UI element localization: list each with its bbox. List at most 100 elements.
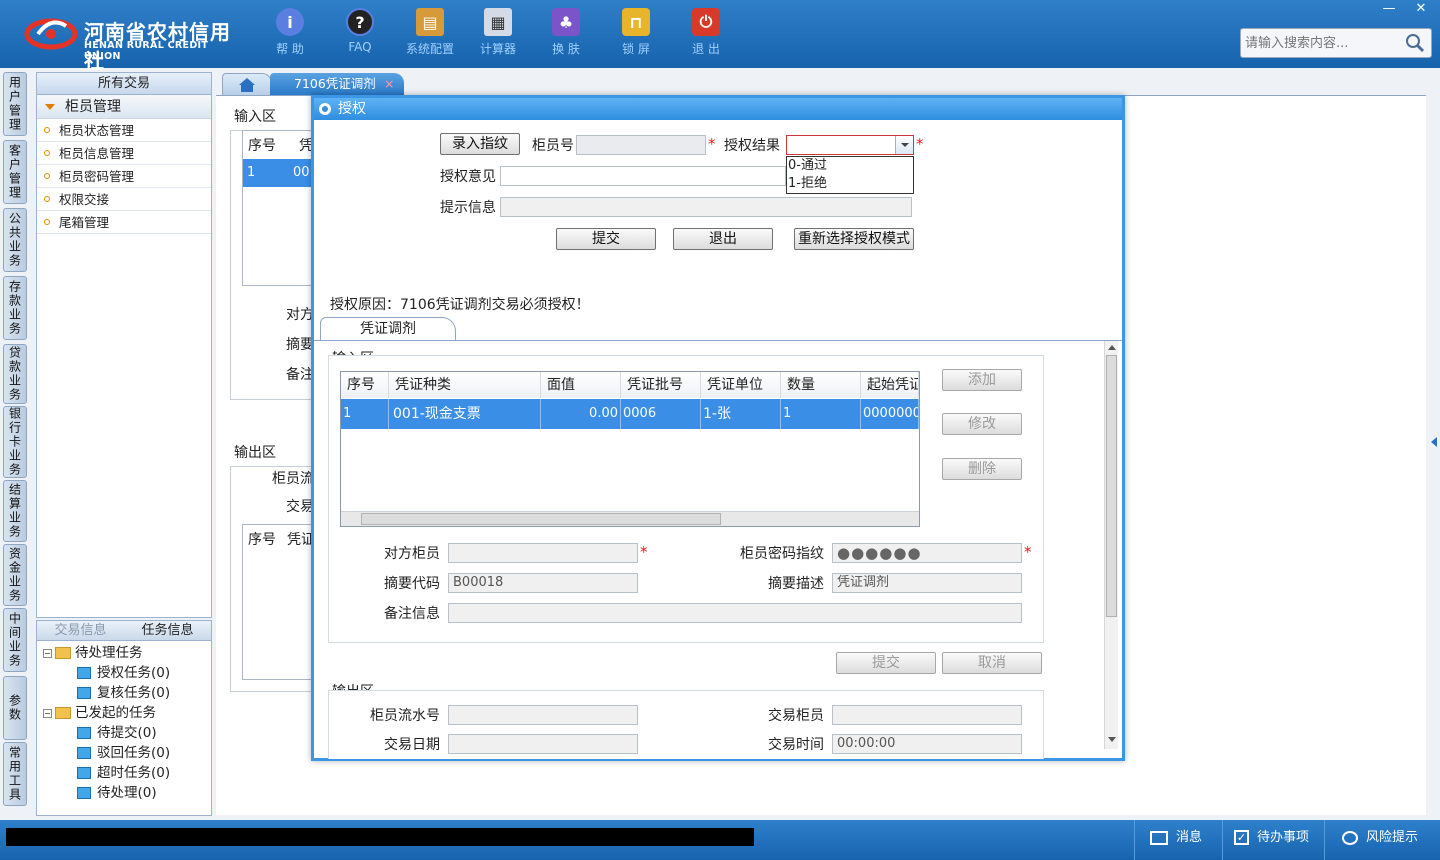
vnav-public-business[interactable]: 公共业务 bbox=[3, 208, 27, 272]
minimize-button[interactable]: — bbox=[1374, 0, 1404, 18]
tree-node-review-task[interactable]: 复核任务(0) bbox=[43, 683, 170, 703]
tree-node-pending[interactable]: − 待处理任务 bbox=[43, 643, 170, 663]
option-reject[interactable]: 1-拒绝 bbox=[787, 175, 913, 193]
tab-home[interactable] bbox=[222, 73, 272, 95]
option-pass[interactable]: 0-通过 bbox=[787, 157, 913, 175]
vnav-user-management[interactable]: 用户管理 bbox=[3, 72, 27, 136]
bullet-icon bbox=[44, 150, 50, 156]
col-header-voucher-type[interactable]: 凭证种类 bbox=[389, 372, 541, 398]
submit-transaction-button[interactable]: 提交 bbox=[836, 652, 936, 674]
edit-button[interactable]: 修改 bbox=[942, 413, 1022, 435]
teller-no-field[interactable] bbox=[576, 135, 706, 155]
tab-voucher-adjust-inner[interactable]: 凭证调剂 bbox=[320, 317, 456, 341]
lock-button[interactable]: ⊓ 锁 屏 bbox=[606, 8, 666, 57]
grid-horizontal-scrollbar[interactable] bbox=[341, 511, 919, 526]
col-header-unit[interactable]: 凭证单位 bbox=[701, 372, 781, 398]
search-input[interactable] bbox=[1241, 29, 1401, 57]
enter-fingerprint-button[interactable]: 录入指纹 bbox=[440, 133, 520, 155]
settings-button[interactable]: ▤ 系统配置 bbox=[400, 8, 460, 57]
menu-group-teller-management[interactable]: 柜员管理 bbox=[37, 95, 211, 119]
delete-button[interactable]: 删除 bbox=[942, 458, 1022, 480]
auth-opinion-field[interactable] bbox=[500, 166, 786, 186]
brand-logo-icon bbox=[24, 18, 78, 50]
menu-item-teller-password[interactable]: 柜员密码管理 bbox=[37, 165, 211, 188]
question-icon: ? bbox=[346, 8, 374, 36]
menu-item-label: 柜员密码管理 bbox=[59, 169, 135, 184]
tab-transaction-info[interactable]: 交易信息 bbox=[37, 621, 124, 641]
counter-teller-label: 对方柜员 bbox=[384, 546, 440, 562]
counter-teller-field[interactable] bbox=[448, 543, 638, 563]
menu-item-label: 权限交接 bbox=[59, 192, 110, 207]
tree-node-timeout[interactable]: 超时任务(0) bbox=[43, 763, 170, 783]
summary-desc-field[interactable]: 凭证调剂 bbox=[832, 573, 1022, 593]
summary-code-field[interactable]: B00018 bbox=[448, 573, 638, 593]
exit-button[interactable]: ⏻ 退 出 bbox=[676, 8, 736, 57]
messages-button[interactable]: 消息 bbox=[1150, 829, 1202, 847]
bullet-icon bbox=[44, 127, 50, 133]
lock-icon: ⊓ bbox=[622, 8, 650, 36]
faq-button[interactable]: ? FAQ bbox=[330, 8, 390, 54]
vnav-loan-business[interactable]: 贷款业务 bbox=[3, 344, 27, 404]
menu-item-teller-info[interactable]: 柜员信息管理 bbox=[37, 142, 211, 165]
tree-node-label: 授权任务(0) bbox=[97, 665, 171, 681]
task-icon bbox=[77, 727, 91, 739]
tree-node-label: 超时任务(0) bbox=[97, 765, 171, 781]
tree-node-initiated[interactable]: − 已发起的任务 bbox=[43, 703, 170, 723]
collapse-right-icon[interactable] bbox=[1430, 436, 1438, 448]
input-area-title: 输入区 bbox=[234, 109, 276, 125]
inner-vertical-scrollbar[interactable] bbox=[1104, 341, 1118, 749]
menu-item-cash-box[interactable]: 尾箱管理 bbox=[37, 211, 211, 234]
vnav-deposit-business[interactable]: 存款业务 bbox=[3, 276, 27, 340]
close-window-button[interactable]: ✕ bbox=[1406, 0, 1436, 18]
remark-field[interactable] bbox=[448, 603, 1022, 623]
bg-row-type: 00 bbox=[293, 165, 310, 180]
submit-auth-button[interactable]: 提交 bbox=[556, 228, 656, 250]
password-fingerprint-field[interactable]: ●●●●●● bbox=[832, 543, 1022, 563]
menu-item-label: 柜员状态管理 bbox=[59, 123, 135, 138]
help-button[interactable]: i 帮 助 bbox=[260, 8, 320, 57]
collapse-icon[interactable]: − bbox=[43, 648, 52, 658]
vnav-fund-business[interactable]: 资金业务 bbox=[3, 544, 27, 606]
vnav-common-tools[interactable]: 常用工具 bbox=[3, 742, 27, 806]
exit-auth-button[interactable]: 退出 bbox=[673, 228, 773, 250]
chevron-down-icon[interactable] bbox=[895, 136, 913, 154]
tab-task-info[interactable]: 任务信息 bbox=[124, 621, 211, 641]
search-icon[interactable] bbox=[1405, 33, 1425, 53]
tree-node-rejected[interactable]: 驳回任务(0) bbox=[43, 743, 170, 763]
vnav-intermediary-business[interactable]: 中间业务 bbox=[3, 608, 27, 672]
col-header-batch[interactable]: 凭证批号 bbox=[621, 372, 701, 398]
dialog-titlebar: 授权 bbox=[314, 98, 1122, 120]
add-button[interactable]: 添加 bbox=[942, 369, 1022, 391]
cancel-transaction-button[interactable]: 取消 bbox=[942, 652, 1042, 674]
col-header-quantity[interactable]: 数量 bbox=[781, 372, 861, 398]
scroll-up-icon[interactable] bbox=[1108, 345, 1116, 350]
skin-button[interactable]: ♣ 换 肤 bbox=[536, 8, 596, 57]
close-tab-icon[interactable]: × bbox=[384, 73, 394, 95]
scrollbar-thumb[interactable] bbox=[361, 513, 721, 525]
calculator-button[interactable]: ▦ 计算器 bbox=[468, 8, 528, 57]
collapse-icon[interactable]: − bbox=[43, 708, 52, 718]
vnav-customer-management[interactable]: 客户管理 bbox=[3, 140, 27, 204]
scroll-down-icon[interactable] bbox=[1108, 737, 1116, 742]
vnav-parameters[interactable]: 参数 bbox=[3, 676, 27, 740]
summary-code-label: 摘要代码 bbox=[384, 576, 440, 592]
risk-alert-button[interactable]: 风险提示 bbox=[1342, 829, 1418, 847]
summary-desc-label: 摘要描述 bbox=[768, 576, 824, 592]
menu-item-teller-status[interactable]: 柜员状态管理 bbox=[37, 119, 211, 142]
reselect-mode-button[interactable]: 重新选择授权模式 bbox=[794, 228, 914, 250]
tab-voucher-adjust[interactable]: 7106凭证调剂 × bbox=[270, 73, 404, 95]
tree-node-to-submit[interactable]: 待提交(0) bbox=[43, 723, 170, 743]
col-header-start-voucher[interactable]: 起始凭证 bbox=[861, 372, 919, 398]
scrollbar-thumb[interactable] bbox=[1106, 355, 1117, 617]
menu-item-permission-handover[interactable]: 权限交接 bbox=[37, 188, 211, 211]
col-header-seq[interactable]: 序号 bbox=[341, 372, 389, 398]
vnav-settlement-business[interactable]: 结算业务 bbox=[3, 480, 27, 542]
auth-result-select[interactable] bbox=[786, 135, 914, 155]
vnav-card-business[interactable]: 银行卡业务 bbox=[3, 406, 27, 478]
tree-node-to-process[interactable]: 待处理(0) bbox=[43, 783, 170, 803]
todo-button[interactable]: ✓ 待办事项 bbox=[1234, 829, 1309, 847]
tree-node-label: 复核任务(0) bbox=[97, 685, 171, 701]
col-header-face-value[interactable]: 面值 bbox=[541, 372, 621, 398]
tree-node-auth-task[interactable]: 授权任务(0) bbox=[43, 663, 170, 683]
status-message-bar bbox=[6, 828, 754, 846]
